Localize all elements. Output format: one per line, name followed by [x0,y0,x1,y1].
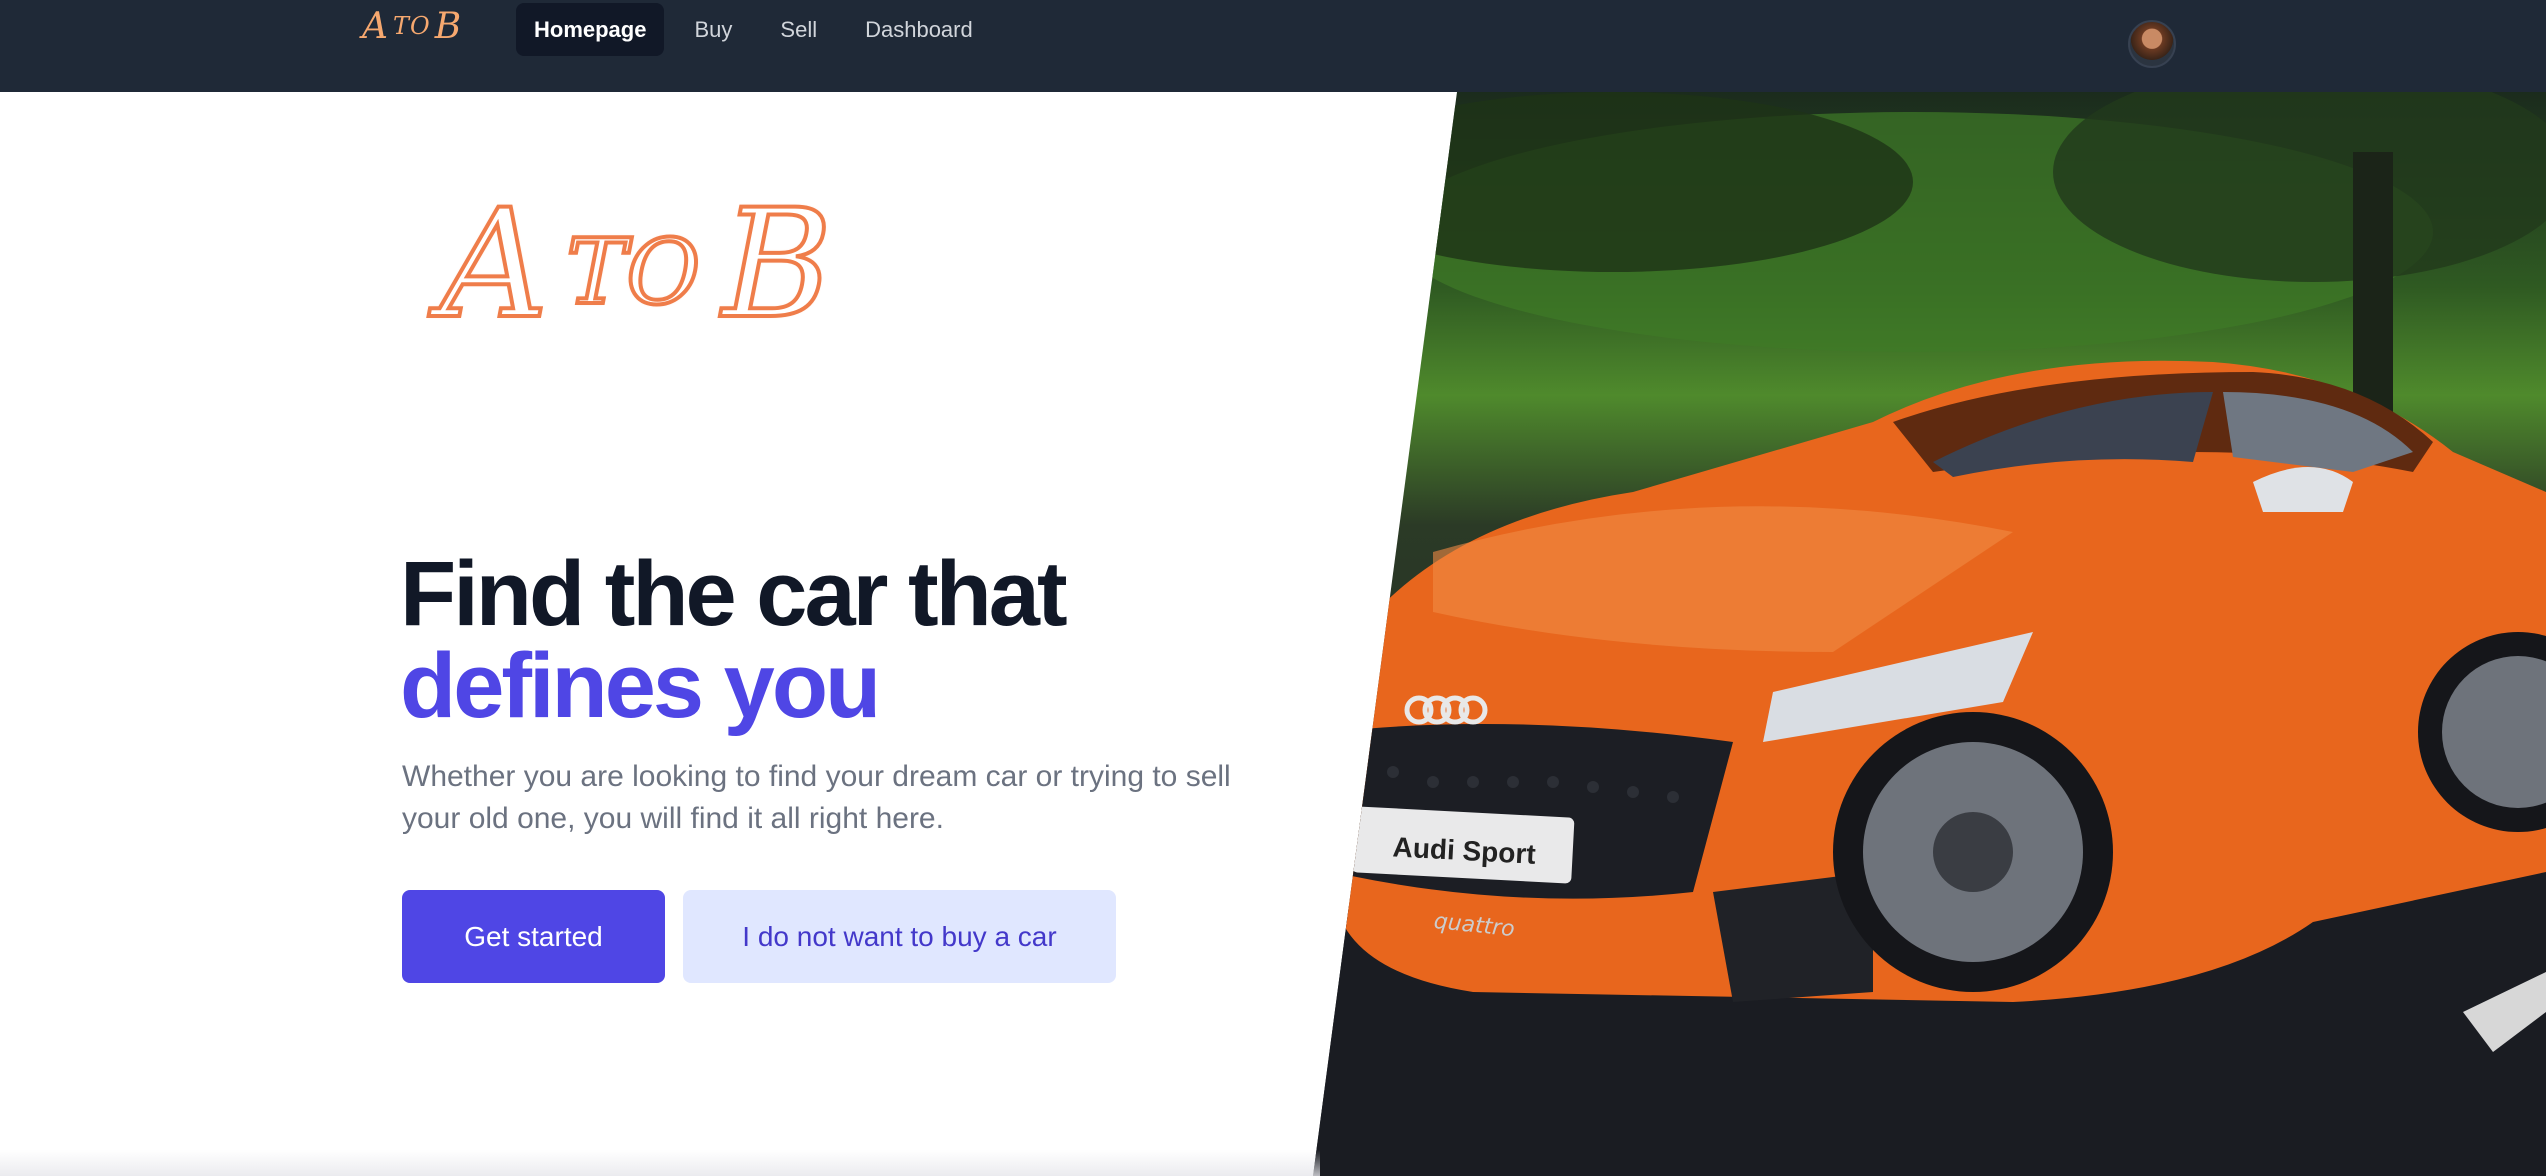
nav-logo-to: TO [393,12,431,40]
get-started-button[interactable]: Get started [402,890,665,983]
hero-car-image: Audi Sport quattro [1313,92,2546,1176]
headline-line-1: Find the car that [400,543,1068,645]
nav-logo-a: A [362,5,389,47]
top-navbar: A TO B Homepage Buy Sell Dashboard [0,0,2546,92]
hero-logo: A TO B [438,178,834,352]
nav-link-dashboard[interactable]: Dashboard [847,3,991,56]
hero-logo-b: B [720,178,834,352]
nav-link-homepage[interactable]: Homepage [516,3,665,56]
hero-logo-to: TO [564,220,702,325]
nav-logo[interactable]: A TO B [362,2,462,50]
hero-logo-a: A [438,178,550,352]
car-illustration: Audi Sport quattro [1313,92,2546,1176]
hero-subtext: Whether you are looking to find your dre… [402,760,1231,835]
nav-links: Homepage Buy Sell Dashboard [516,3,991,56]
no-buy-button[interactable]: I do not want to buy a car [683,890,1116,983]
nav-link-buy[interactable]: Buy [676,3,750,56]
user-avatar[interactable] [2128,20,2176,68]
headline-line-2: defines you [400,635,881,737]
bottom-shadow [0,1150,1320,1176]
nav-logo-b: B [434,5,463,47]
nav-link-sell[interactable]: Sell [762,3,835,56]
hero-headline: Find the car that defines you [400,548,1068,737]
